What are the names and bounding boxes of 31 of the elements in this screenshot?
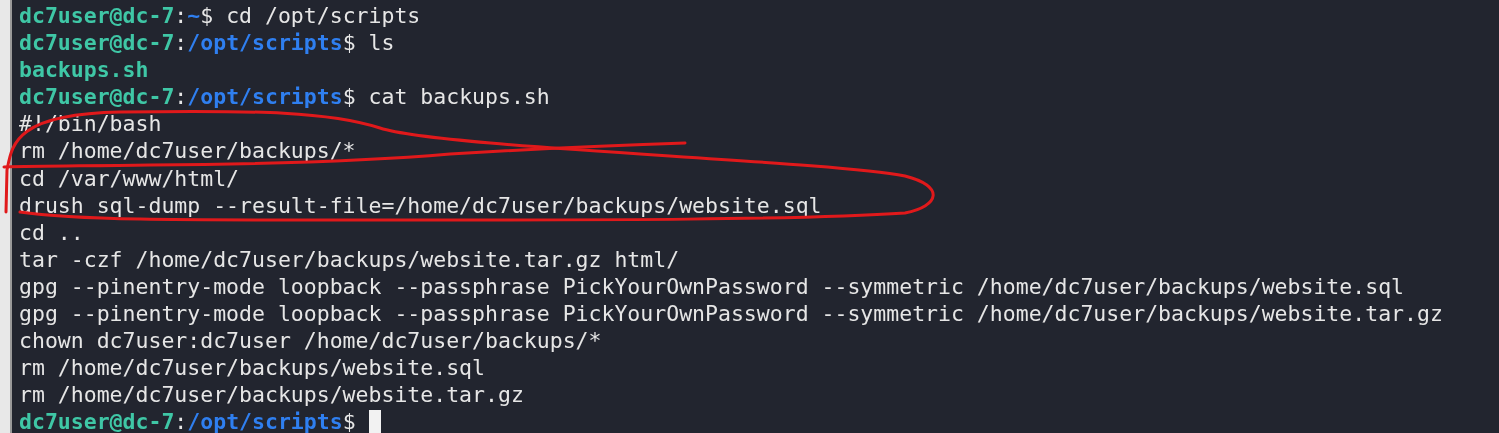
command-text: cd /opt/scripts xyxy=(225,2,421,30)
prompt-separator: : xyxy=(174,2,188,30)
output-line: drush sql-dump --result-file=/home/dc7user/backups/website.sql xyxy=(19,191,822,219)
prompt-user-host: dc7user@dc-7 xyxy=(19,408,175,433)
prompt-path: ~ xyxy=(187,2,201,30)
output-line: rm /home/dc7user/backups/website.sql xyxy=(19,354,485,382)
prompt-symbol: $ xyxy=(200,2,214,30)
prompt-symbol: $ xyxy=(342,83,356,111)
command-text: cat backups.sh xyxy=(367,83,550,111)
output-line: cd .. xyxy=(19,218,84,246)
prompt-separator: : xyxy=(174,408,188,433)
prompt-user-host: dc7user@dc-7 xyxy=(19,2,175,30)
prompt-path: /opt/scripts xyxy=(187,29,343,57)
output-line: gpg --pinentry-mode loopback --passphrase PickYourOwnPassword --symmetric /home/dc7user/backups/website.sql xyxy=(19,272,1405,301)
prompt-separator: : xyxy=(174,83,188,111)
output-line: rm /home/dc7user/backups/* xyxy=(19,137,356,165)
output-line: cd /var/www/html/ xyxy=(19,164,240,192)
output-line: rm /home/dc7user/backups/website.tar.gz xyxy=(19,381,524,409)
prompt-symbol: $ xyxy=(342,408,356,433)
output-line: chown dc7user:dc7user /home/dc7user/backups/* xyxy=(19,327,602,355)
prompt-user-host: dc7user@dc-7 xyxy=(19,29,175,57)
output-line: gpg --pinentry-mode loopback --passphrase PickYourOwnPassword --symmetric /home/dc7user/backups/website.tar.gz xyxy=(19,300,1443,328)
terminal-cursor xyxy=(368,409,381,433)
prompt-user-host: dc7user@dc-7 xyxy=(19,83,175,111)
prompt-path: /opt/scripts xyxy=(187,408,343,433)
prompt-symbol: $ xyxy=(342,29,356,57)
prompt-separator: : xyxy=(174,29,188,57)
prompt-path: /opt/scripts xyxy=(187,83,343,111)
output-line: tar -czf /home/dc7user/backups/website.tar.gz html/ xyxy=(19,245,680,273)
file-name: backups.sh xyxy=(19,56,149,84)
command-text: ls xyxy=(367,29,395,57)
